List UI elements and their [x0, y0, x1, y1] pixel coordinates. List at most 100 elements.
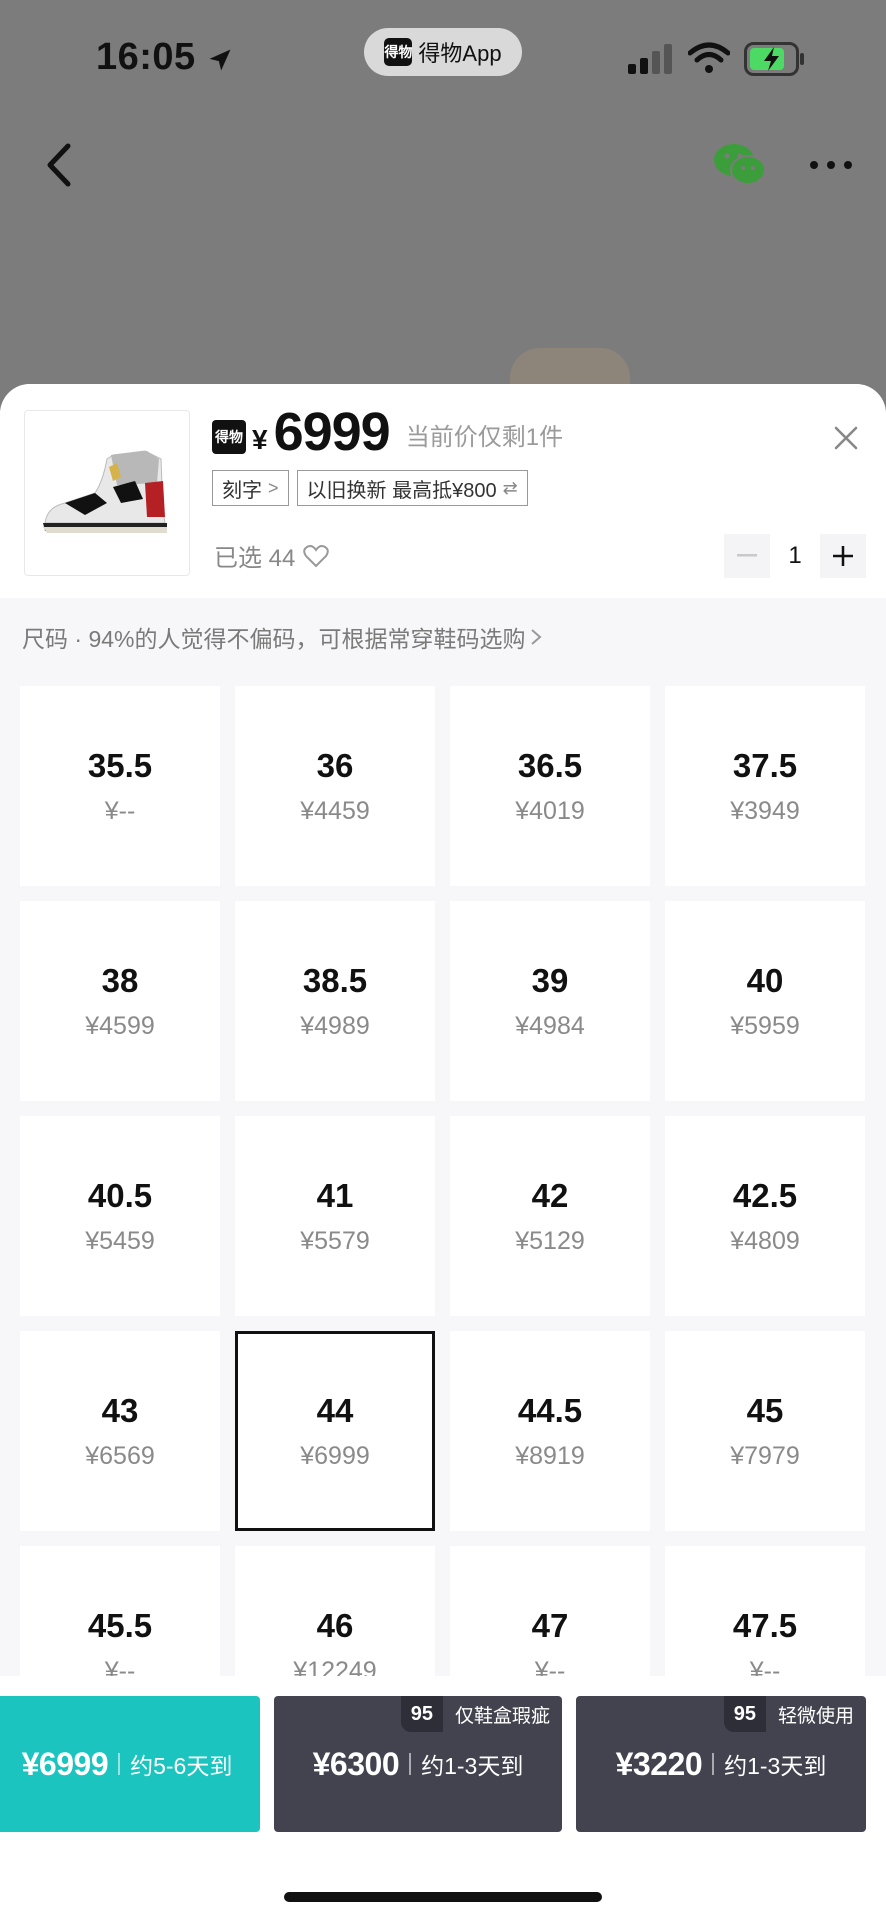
- engraving-tag[interactable]: 刻字 >: [212, 470, 289, 506]
- divider: [118, 1753, 121, 1775]
- condition-badge: 95 轻微使用: [723, 1696, 866, 1732]
- size-label: 40.5: [87, 1177, 153, 1214]
- status-bar: 16:05 得物 得物App: [0, 0, 886, 110]
- selected-size-info: 已选 44: [214, 538, 330, 573]
- size-label: 38.5: [302, 962, 368, 999]
- buy-option-price: ¥3220: [615, 1745, 703, 1782]
- heart-icon[interactable]: [303, 544, 330, 568]
- condition-badge-text: 轻微使用: [777, 1705, 854, 1727]
- buy-option-box-flaw[interactable]: ¥6300 约1-3天到 95 仅鞋盒瑕疵: [274, 1696, 562, 1832]
- size-option-45[interactable]: 45 ¥7979: [665, 1331, 865, 1531]
- size-price: ¥4984: [515, 1012, 585, 1040]
- buy-option-lightly-used[interactable]: ¥3220 约1-3天到 95 轻微使用: [576, 1696, 866, 1832]
- divider: [409, 1753, 412, 1775]
- chevron-right-icon: >: [268, 477, 279, 498]
- size-option-40.5[interactable]: 40.5 ¥5459: [20, 1116, 220, 1316]
- back-icon[interactable]: [40, 140, 80, 190]
- size-price: ¥5579: [300, 1227, 370, 1255]
- size-label: 36.5: [517, 747, 583, 784]
- condition-badge: 95 仅鞋盒瑕疵: [400, 1696, 562, 1732]
- size-price: ¥4599: [85, 1012, 155, 1040]
- size-label: 39: [531, 962, 569, 999]
- engraving-tag-label: 刻字: [222, 479, 262, 502]
- size-label: 42.5: [732, 1177, 798, 1214]
- buy-option-delivery: 约1-3天到: [724, 1753, 827, 1779]
- size-hint[interactable]: 尺码 · 94%的人觉得不偏码，可根据常穿鞋码选购: [22, 620, 543, 654]
- size-price: ¥4989: [300, 1012, 370, 1040]
- condition-badge-text: 仅鞋盒瑕疵: [454, 1705, 550, 1727]
- size-option-41[interactable]: 41 ¥5579: [235, 1116, 435, 1316]
- size-price: ¥3949: [730, 797, 800, 825]
- size-grid: 35.5 ¥-- 36 ¥4459 36.5 ¥4019 37.5 ¥3949 38 ¥4599 3…: [20, 686, 868, 1746]
- size-option-42.5[interactable]: 42.5 ¥4809: [665, 1116, 865, 1316]
- status-time: 16:05: [96, 36, 196, 78]
- size-price: ¥6999: [300, 1442, 370, 1470]
- size-label: 41: [316, 1177, 354, 1214]
- size-label: 47.5: [732, 1607, 798, 1644]
- size-label: 42: [531, 1177, 569, 1214]
- location-arrow-icon: [209, 49, 231, 71]
- size-option-39[interactable]: 39 ¥4984: [450, 901, 650, 1101]
- size-price: ¥5959: [730, 1012, 800, 1040]
- size-option-36[interactable]: 36 ¥4459: [235, 686, 435, 886]
- size-option-43[interactable]: 43 ¥6569: [20, 1331, 220, 1531]
- size-price: ¥7979: [730, 1442, 800, 1470]
- size-option-42[interactable]: 42 ¥5129: [450, 1116, 650, 1316]
- size-label: 40: [746, 962, 784, 999]
- battery-icon: [744, 42, 804, 76]
- size-label: 44.5: [517, 1392, 583, 1429]
- size-option-35.5[interactable]: 35.5 ¥--: [20, 686, 220, 886]
- size-label: 45.5: [87, 1607, 153, 1644]
- 95-logo-icon: 95: [400, 1696, 443, 1732]
- selected-size-label: 已选 44: [214, 545, 296, 572]
- size-label: 44: [316, 1392, 354, 1429]
- quantity-stepper: 1: [724, 534, 866, 578]
- home-indicator: [284, 1892, 602, 1902]
- buy-option-delivery: 约1-3天到: [421, 1753, 524, 1779]
- size-label: 46: [316, 1607, 354, 1644]
- service-tags: 刻字 > 以旧换新 最高抵¥800 ⇄: [212, 470, 528, 506]
- chevron-right-icon: [531, 629, 543, 645]
- size-label: 37.5: [732, 747, 798, 784]
- buy-option-delivery: 约5-6天到: [130, 1753, 233, 1779]
- buy-option-price: ¥6999: [21, 1745, 109, 1782]
- size-option-44[interactable]: 44 ¥6999: [235, 1331, 435, 1531]
- size-label: 36: [316, 747, 354, 784]
- size-price: ¥--: [104, 797, 136, 825]
- 95-logo-icon: 95: [723, 1696, 766, 1732]
- plus-icon: [833, 546, 853, 566]
- swap-icon: ⇄: [502, 477, 518, 498]
- size-option-40[interactable]: 40 ¥5959: [665, 901, 865, 1101]
- size-option-44.5[interactable]: 44.5 ¥8919: [450, 1331, 650, 1531]
- price-note: 当前价仅剩1件: [405, 424, 564, 451]
- decrease-quantity-button[interactable]: [724, 534, 770, 578]
- wifi-icon: [688, 42, 730, 73]
- size-price: ¥5129: [515, 1227, 585, 1255]
- size-label: 45: [746, 1392, 784, 1429]
- trade-in-tag[interactable]: 以旧换新 最高抵¥800 ⇄: [296, 470, 528, 506]
- increase-quantity-button[interactable]: [820, 534, 866, 578]
- size-price: ¥4809: [730, 1227, 800, 1255]
- price-row: 得物 ¥ 6999 当前价仅剩1件: [212, 400, 563, 464]
- size-price: ¥4459: [300, 797, 370, 825]
- app-pill[interactable]: 得物 得物App: [364, 28, 522, 76]
- size-option-38.5[interactable]: 38.5 ¥4989: [235, 901, 435, 1101]
- buy-option-price: ¥6300: [312, 1745, 400, 1782]
- size-option-38[interactable]: 38 ¥4599: [20, 901, 220, 1101]
- currency-symbol: ¥: [252, 424, 268, 455]
- app-logo-icon: 得物: [384, 38, 413, 66]
- close-icon[interactable]: [830, 422, 862, 454]
- more-options-icon[interactable]: [806, 150, 856, 180]
- product-thumbnail: [24, 410, 190, 576]
- wechat-share-icon[interactable]: [712, 142, 768, 188]
- size-option-37.5[interactable]: 37.5 ¥3949: [665, 686, 865, 886]
- cellular-signal-icon: [628, 44, 672, 74]
- minus-icon: [737, 554, 757, 557]
- size-option-36.5[interactable]: 36.5 ¥4019: [450, 686, 650, 886]
- size-label: 38: [101, 962, 139, 999]
- buy-option-standard[interactable]: ¥6999 约5-6天到: [0, 1696, 260, 1832]
- size-price: ¥4019: [515, 797, 585, 825]
- dewu-logo-icon: 得物: [212, 420, 246, 454]
- size-price: ¥6569: [85, 1442, 155, 1470]
- quantity-value: 1: [788, 542, 802, 569]
